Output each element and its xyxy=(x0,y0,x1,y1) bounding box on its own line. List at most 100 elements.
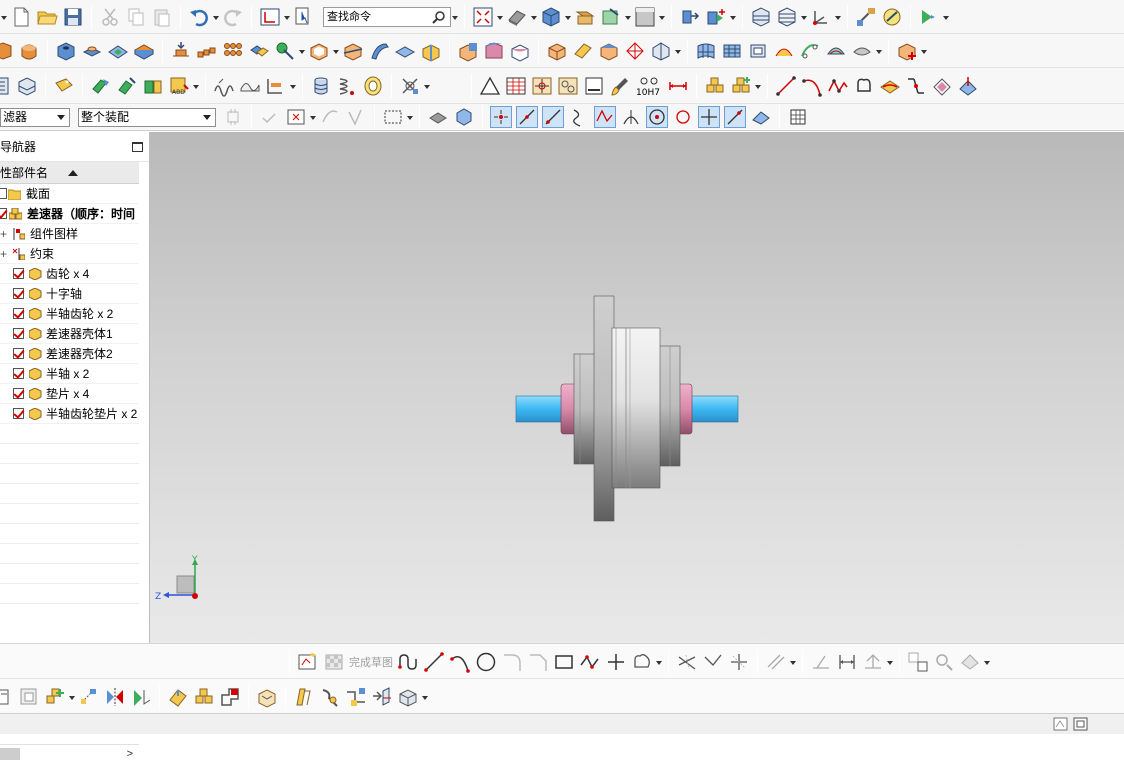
circle-icon[interactable] xyxy=(475,651,497,673)
assembly-table-icon[interactable] xyxy=(16,75,38,97)
draft-icon[interactable] xyxy=(457,40,479,62)
sew-dropdown-arrow[interactable] xyxy=(674,40,682,62)
split-body-icon[interactable] xyxy=(572,40,594,62)
snap-curve-icon[interactable] xyxy=(568,106,590,128)
visibility-checkbox[interactable] xyxy=(0,188,7,199)
selection-filter-status-icon[interactable] xyxy=(1053,717,1068,731)
motion-play-icon[interactable] xyxy=(918,6,940,28)
assembly-sequence-icon[interactable] xyxy=(397,686,419,708)
point-on-grid-icon[interactable] xyxy=(787,106,809,128)
component-list-icon[interactable] xyxy=(0,75,12,97)
maximize-icon[interactable] xyxy=(132,142,143,152)
type-filter-dropdown[interactable]: 滤器 xyxy=(0,107,70,127)
section-view-icon[interactable] xyxy=(750,6,772,28)
sweep-icon[interactable] xyxy=(368,40,390,62)
bridge-surface-icon[interactable] xyxy=(773,40,795,62)
search-dropdown-arrow[interactable] xyxy=(451,6,459,28)
snap-line-icon[interactable] xyxy=(542,106,564,128)
differential-model[interactable]: Y Z xyxy=(150,132,1124,643)
surface-curve-icon[interactable] xyxy=(239,75,261,97)
quick-extend-icon[interactable] xyxy=(702,651,724,673)
route-icon[interactable] xyxy=(345,686,367,708)
extrude-feature-icon[interactable] xyxy=(0,40,14,62)
visibility-checkbox[interactable] xyxy=(13,368,24,379)
rectangle-select-icon[interactable] xyxy=(382,106,404,128)
fullscreen-status-icon[interactable] xyxy=(1073,717,1088,731)
visibility-checkbox[interactable] xyxy=(13,328,24,339)
snap-existing-point-icon[interactable] xyxy=(698,106,720,128)
select-body-icon[interactable] xyxy=(285,106,307,128)
new-file-icon[interactable] xyxy=(10,6,32,28)
tree-row-sections[interactable]: 截面 xyxy=(0,184,139,204)
tree-row-component-pattern[interactable]: + 组件图样 xyxy=(0,224,139,244)
datum-icon[interactable] xyxy=(274,40,296,62)
pad-feature-icon[interactable] xyxy=(133,40,155,62)
exploded-view-icon[interactable] xyxy=(399,75,421,97)
snap-on-curve-icon[interactable] xyxy=(724,106,746,128)
emboss-icon[interactable] xyxy=(170,40,192,62)
shell-dropdown-arrow[interactable] xyxy=(332,40,340,62)
offset-face-icon[interactable] xyxy=(420,40,442,62)
select-edge-icon[interactable] xyxy=(345,106,367,128)
dimension-dropdown-arrow[interactable] xyxy=(886,651,894,673)
select-solid-blue-icon[interactable] xyxy=(453,106,475,128)
save-icon[interactable] xyxy=(62,6,84,28)
housing-flange[interactable] xyxy=(593,295,615,522)
tree-row-part[interactable]: 差速器壳体2 xyxy=(0,344,139,364)
brush-icon[interactable] xyxy=(609,75,631,97)
extract-face-icon[interactable] xyxy=(598,40,620,62)
command-search-input[interactable]: 查找命令 xyxy=(323,6,451,27)
fillet-icon[interactable] xyxy=(501,651,523,673)
snap-intersect-icon[interactable] xyxy=(620,106,642,128)
project-curve-icon[interactable] xyxy=(957,75,979,97)
orient-dropdown-arrow[interactable] xyxy=(564,6,572,28)
shell-icon[interactable] xyxy=(308,40,330,62)
snap-midpoint-icon[interactable] xyxy=(516,106,538,128)
datum-plane-dropdown-arrow[interactable] xyxy=(289,75,297,97)
cut-icon[interactable] xyxy=(99,6,121,28)
wcs-origin-dropdown-arrow[interactable] xyxy=(834,6,842,28)
tree-row-part[interactable]: 半轴 x 2 xyxy=(0,364,139,384)
curve-on-surface-icon[interactable] xyxy=(879,75,901,97)
open-by-proximity-icon[interactable] xyxy=(18,686,40,708)
right-collar[interactable] xyxy=(657,345,681,467)
unite-icon[interactable] xyxy=(248,40,270,62)
add-component-icon[interactable] xyxy=(705,6,727,28)
revolve-feature-icon[interactable] xyxy=(18,40,40,62)
scroll-right-arrow-icon[interactable]: > xyxy=(127,748,133,760)
sew-icon[interactable] xyxy=(650,40,672,62)
offset-surface-icon[interactable] xyxy=(851,40,873,62)
overflow-dropdown-arrow[interactable] xyxy=(0,6,8,28)
rendering-style-icon[interactable] xyxy=(506,6,528,28)
assembly-blocks-icon[interactable] xyxy=(704,75,726,97)
datum-dropdown-arrow[interactable] xyxy=(298,40,306,62)
snap-endpoint-icon[interactable] xyxy=(490,106,512,128)
tree-row-part[interactable]: 垫片 x 4 xyxy=(0,384,139,404)
tree-row-part[interactable]: 半轴齿轮 x 2 xyxy=(0,304,139,324)
rendering-dropdown-arrow[interactable] xyxy=(530,6,538,28)
offset-dropdown-arrow[interactable] xyxy=(789,651,797,673)
wcs-dropdown-arrow[interactable] xyxy=(283,6,291,28)
abd-text-icon[interactable]: ABD xyxy=(168,75,190,97)
add-component-dropdown-arrow[interactable] xyxy=(920,40,928,62)
sketch-relations-icon[interactable] xyxy=(907,651,929,673)
move-along-icon[interactable] xyxy=(130,686,152,708)
visibility-checkbox[interactable] xyxy=(13,288,24,299)
section-dropdown-arrow[interactable] xyxy=(800,6,808,28)
finish-sketch-icon[interactable] xyxy=(323,651,345,673)
cylinder-icon[interactable] xyxy=(310,75,332,97)
array-pattern-icon[interactable] xyxy=(222,40,244,62)
clip-section-icon[interactable] xyxy=(776,6,798,28)
background-dropdown-arrow[interactable] xyxy=(658,6,666,28)
assembly-blocks-add-icon[interactable] xyxy=(730,75,752,97)
right-half-shaft[interactable] xyxy=(689,395,739,423)
add-component-orange-icon[interactable] xyxy=(896,40,918,62)
surface-grid-icon[interactable] xyxy=(695,40,717,62)
chain-link-icon[interactable] xyxy=(293,686,315,708)
select-feature-icon[interactable] xyxy=(259,106,281,128)
tolerance-icon[interactable]: 10H7 xyxy=(635,75,663,98)
add-part-icon[interactable] xyxy=(44,686,66,708)
profile-tool-icon[interactable] xyxy=(397,651,419,673)
wave-curve-icon[interactable] xyxy=(213,75,235,97)
snap-quadrant-icon[interactable] xyxy=(672,106,694,128)
